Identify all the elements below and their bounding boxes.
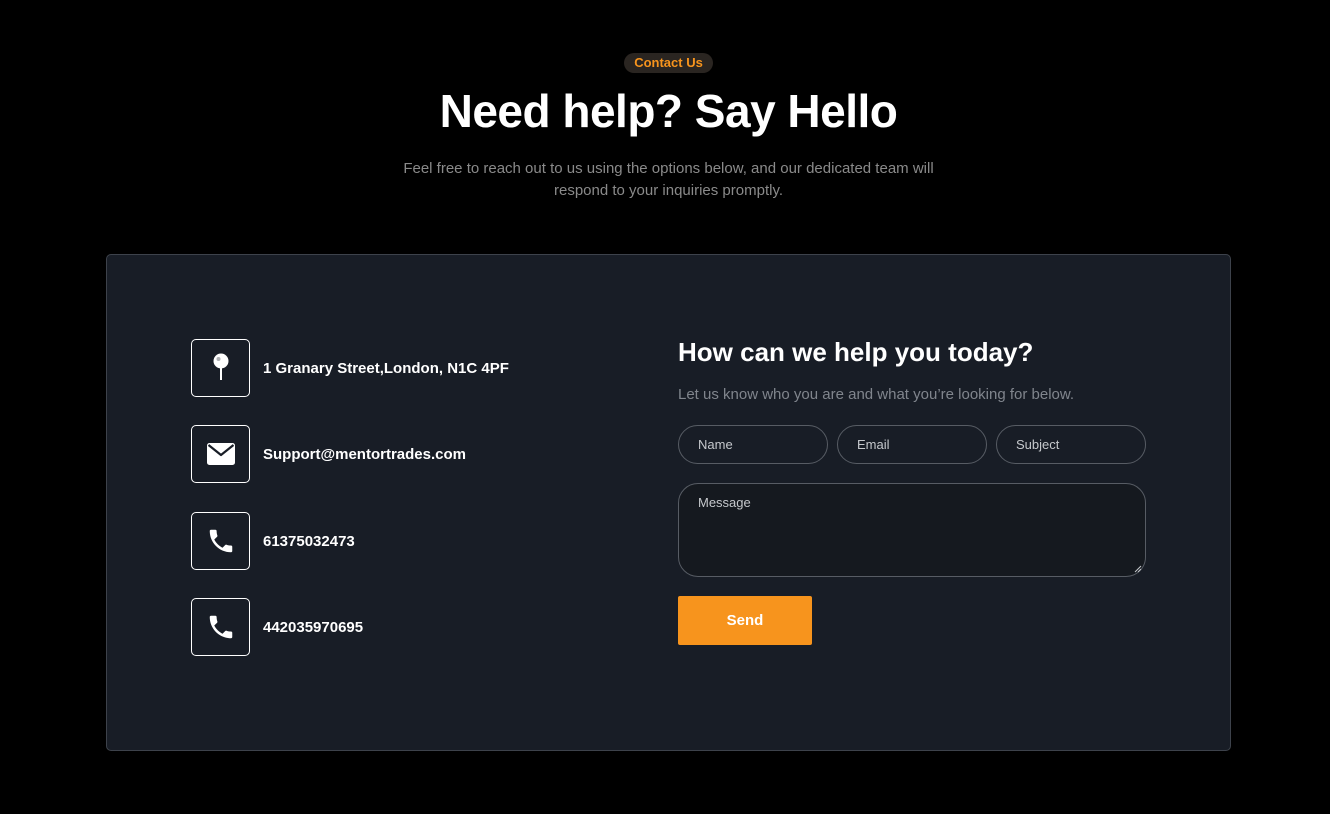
phone-item-2[interactable]: 442035970695 (191, 598, 363, 656)
map-pin-icon (191, 339, 250, 397)
form-title: How can we help you today? (678, 337, 1034, 367)
resize-grip-icon[interactable] (1134, 565, 1142, 573)
name-input[interactable]: Name (678, 425, 828, 464)
contact-us-badge: Contact Us (624, 53, 713, 73)
page-title: Need help? Say Hello (439, 85, 898, 137)
page-subtitle: Feel free to reach out to us using the o… (403, 160, 934, 199)
address-item: 1 Granary Street,London, N1C 4PF (191, 339, 509, 397)
phone-number-1[interactable]: 61375032473 (263, 533, 355, 550)
phone-icon (191, 598, 250, 656)
phone-item-1[interactable]: 61375032473 (191, 512, 355, 570)
address-text: 1 Granary Street,London, N1C 4PF (263, 359, 509, 377)
phone-icon (191, 512, 250, 570)
phone-number-2[interactable]: 442035970695 (263, 619, 363, 636)
message-placeholder: Message (698, 495, 751, 510)
subject-input[interactable]: Subject (996, 425, 1146, 464)
envelope-icon (191, 425, 250, 483)
email-input[interactable]: Email (837, 425, 987, 464)
email-item[interactable]: Support@mentortrades.com (191, 425, 466, 483)
email-link[interactable]: Support@mentortrades.com (263, 446, 466, 463)
form-description: Let us know who you are and what you’re … (678, 386, 1075, 403)
message-textarea[interactable]: Message (678, 483, 1146, 577)
send-button[interactable]: Send (678, 596, 812, 645)
